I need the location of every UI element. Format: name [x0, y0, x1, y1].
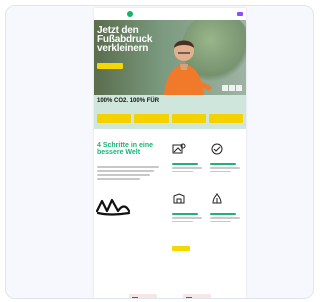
metrics-band: 100% CO2. 100% FÜR	[94, 95, 246, 129]
text-line	[97, 178, 141, 180]
steps-section: 4 Schritte in eine bessere Welt	[94, 129, 246, 289]
step-4-text-line	[210, 217, 240, 219]
steps-title: 4 Schritte in eine bessere Welt	[97, 142, 154, 156]
metrics-title: 100% CO2. 100% FÜR	[97, 98, 160, 104]
hero-section: Jetzt den Fußabdruck verkleinern	[94, 20, 246, 95]
top-navigation	[94, 8, 246, 20]
brand-logo-dot-icon	[127, 11, 133, 17]
carousel-next-icon[interactable]	[229, 85, 235, 91]
step-card-4	[210, 192, 240, 232]
step-1-icon	[172, 143, 186, 154]
step-card-3	[172, 192, 202, 232]
step-2-text-line	[210, 170, 231, 172]
top-links	[231, 12, 243, 16]
hero-carousel-controls	[222, 85, 242, 91]
bottom-card-1-icon	[132, 297, 138, 298]
bottom-card-1[interactable]	[129, 294, 157, 298]
text-line	[97, 166, 159, 168]
text-line	[97, 170, 155, 172]
metric-badge	[97, 114, 132, 123]
metric-badge	[134, 114, 169, 123]
step-4-title	[210, 213, 236, 215]
website-preview: Jetzt den Fußabdruck verkleinern 100% CO…	[94, 8, 246, 298]
step-3-title	[172, 213, 198, 215]
hero-person-image	[164, 40, 212, 95]
steps-intro-text	[97, 166, 159, 182]
step-2-icon	[211, 143, 223, 155]
hero-cta-button[interactable]	[97, 63, 123, 69]
steps-grid	[172, 142, 244, 240]
step-1-text-line	[172, 170, 193, 172]
bottom-card-2-icon	[186, 297, 192, 298]
steps-cta-button[interactable]	[172, 246, 190, 251]
metric-badge	[208, 114, 243, 123]
preview-frame: Jetzt den Fußabdruck verkleinern 100% CO…	[5, 5, 314, 299]
hero-title: Jetzt den Fußabdruck verkleinern	[97, 25, 153, 54]
step-3-text-line	[172, 217, 202, 219]
step-1-title	[172, 163, 198, 165]
carousel-pause-icon[interactable]	[236, 85, 242, 91]
doodle-illustration-icon	[96, 198, 131, 216]
step-1-text-line	[172, 167, 202, 169]
step-2-text-line	[210, 167, 240, 169]
step-2-title	[210, 163, 236, 165]
bottom-card-2[interactable]	[183, 294, 211, 298]
step-card-1	[172, 142, 202, 182]
metrics-badges	[97, 114, 243, 123]
brand-logo[interactable]	[125, 11, 133, 17]
metric-badge	[171, 114, 206, 123]
bottom-cards	[94, 294, 246, 298]
carousel-prev-icon[interactable]	[222, 85, 228, 91]
menu-icon[interactable]	[237, 12, 243, 16]
step-4-icon	[212, 192, 222, 204]
text-line	[97, 174, 151, 176]
step-3-icon	[173, 193, 185, 204]
step-card-2	[210, 142, 240, 182]
step-4-text-line	[210, 220, 231, 222]
step-3-text-line	[172, 220, 193, 222]
